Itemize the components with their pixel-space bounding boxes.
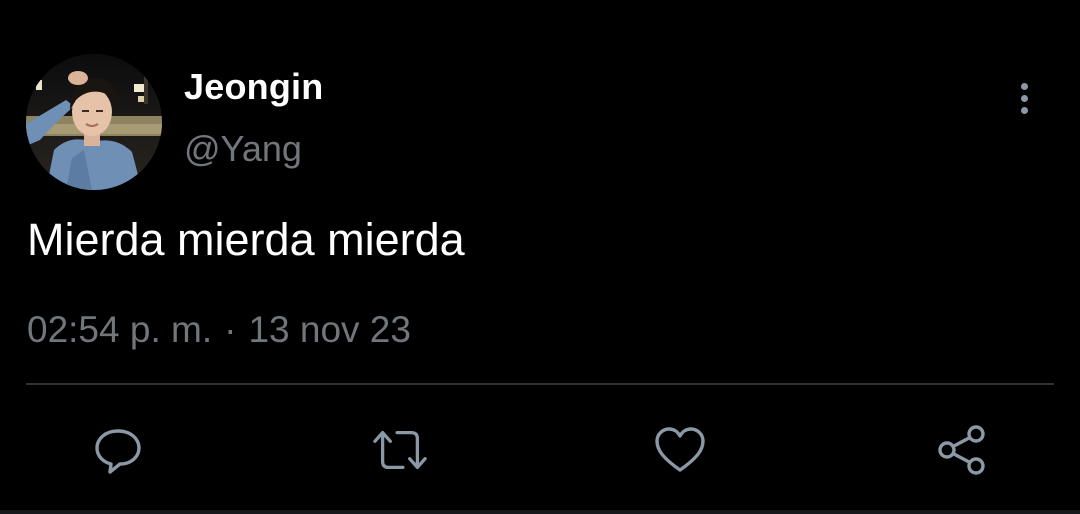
divider (26, 383, 1054, 385)
avatar[interactable] (26, 54, 162, 190)
retweet-button[interactable] (372, 422, 428, 478)
like-button[interactable] (652, 422, 708, 478)
reply-button[interactable] (90, 422, 146, 478)
tweet-date: 13 nov 23 (248, 309, 411, 350)
bottom-border (0, 510, 1080, 514)
tweet-card: Jeongin @Yang Mierda mierda mierda 02:54… (0, 0, 1080, 514)
share-button[interactable] (934, 422, 990, 478)
more-options-button[interactable] (1004, 78, 1044, 118)
more-vertical-icon (1020, 82, 1028, 90)
tweet-time: 02:54 p. m. (27, 309, 213, 350)
display-name[interactable]: Jeongin (184, 66, 323, 108)
tweet-meta: 02:54 p. m. · 13 nov 23 (27, 309, 411, 351)
retweet-icon (373, 430, 427, 470)
meta-separator: · (224, 309, 237, 350)
action-bar (0, 422, 1080, 478)
user-handle[interactable]: @Yang (184, 128, 302, 170)
avatar-photo (26, 54, 162, 190)
reply-icon (95, 429, 141, 474)
heart-icon (655, 427, 705, 472)
share-icon (938, 425, 985, 475)
tweet-text: Mierda mierda mierda (27, 214, 465, 265)
